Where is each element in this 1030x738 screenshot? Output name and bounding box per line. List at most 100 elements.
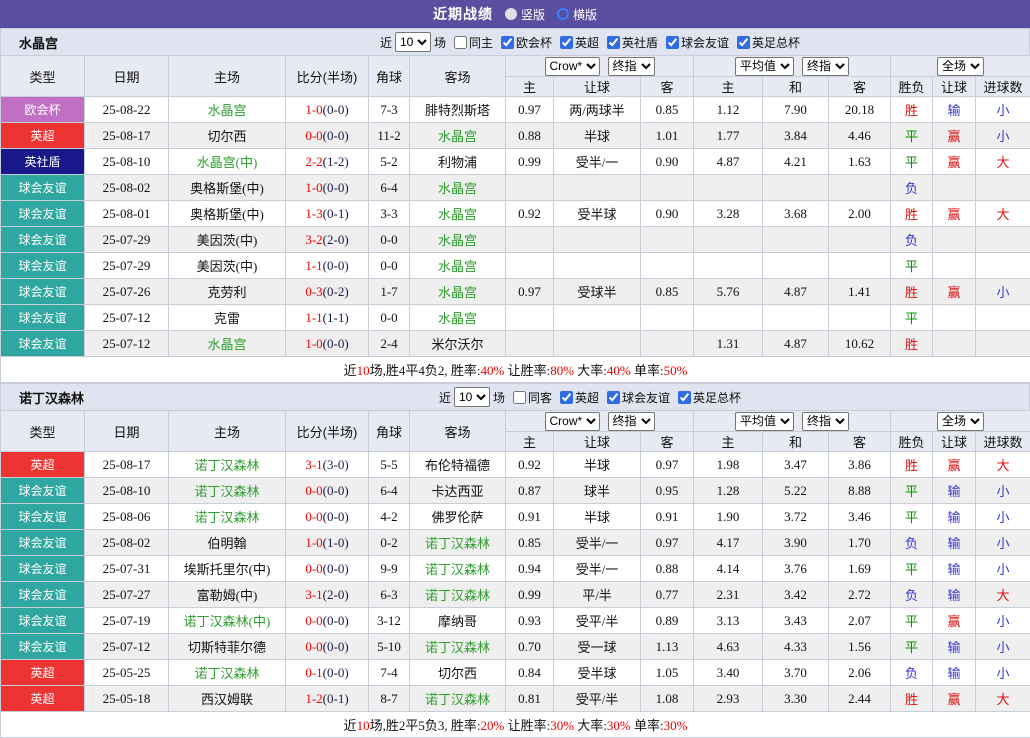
home-team[interactable]: 奥格斯堡(中) (169, 201, 286, 227)
league-filter-label: 英足总杯 (752, 34, 800, 51)
away-team[interactable]: 水晶宫 (410, 253, 506, 279)
period-select[interactable]: 全场 (937, 412, 984, 431)
halftime-score: (0-0) (323, 128, 349, 143)
home-team[interactable]: 切尔西 (169, 123, 286, 149)
result-handicap: 输 (933, 634, 976, 660)
column-header: 客场 (410, 411, 506, 452)
home-team[interactable]: 诺丁汉森林 (169, 660, 286, 686)
home-team[interactable]: 诺丁汉森林 (169, 452, 286, 478)
match-type: 球会友谊 (1, 305, 85, 331)
avg-away-odds: 2.44 (829, 686, 891, 712)
away-team[interactable]: 诺丁汉森林 (410, 556, 506, 582)
league-filter-checkbox[interactable] (501, 36, 514, 49)
away-team[interactable]: 诺丁汉森林 (410, 634, 506, 660)
away-team[interactable]: 水晶宫 (410, 279, 506, 305)
period-select[interactable]: 全场 (937, 57, 984, 76)
home-team[interactable]: 诺丁汉森林(中) (169, 608, 286, 634)
odds-time-select[interactable]: 终指 (802, 57, 849, 76)
layout-option-vertical[interactable]: 竖版 (505, 6, 545, 23)
match-type: 球会友谊 (1, 331, 85, 357)
league-filter-checkbox[interactable] (607, 391, 620, 404)
match-table: 类型日期主场比分(半场)角球客场Crow*终指平均值终指全场主让球客主和客胜负让… (0, 55, 1030, 383)
away-team[interactable]: 水晶宫 (410, 175, 506, 201)
recent-count-select[interactable]: 10 (395, 32, 431, 52)
avg-away-odds: 1.69 (829, 556, 891, 582)
avg-away-odds: 2.00 (829, 201, 891, 227)
away-team[interactable]: 利物浦 (410, 149, 506, 175)
away-team[interactable]: 摩纳哥 (410, 608, 506, 634)
away-team[interactable]: 诺丁汉森林 (410, 686, 506, 712)
away-team[interactable]: 布伦特福德 (410, 452, 506, 478)
radio-button-icon[interactable] (505, 8, 517, 20)
home-team[interactable]: 埃斯托里尔(中) (169, 556, 286, 582)
match-row: 球会友谊25-07-12克雷1-1(1-1)0-0水晶宫平 (1, 305, 1030, 331)
fulltime-halftime-score: 0-0(0-0) (286, 556, 369, 582)
home-team[interactable]: 克雷 (169, 305, 286, 331)
away-team[interactable]: 佛罗伦萨 (410, 504, 506, 530)
home-team[interactable]: 美因茨(中) (169, 227, 286, 253)
away-team[interactable]: 米尔沃尔 (410, 331, 506, 357)
away-team[interactable]: 腓特烈斯塔 (410, 97, 506, 123)
home-team[interactable]: 水晶宫 (169, 97, 286, 123)
bookmaker-select[interactable]: Crow* (545, 412, 600, 431)
away-team[interactable]: 水晶宫 (410, 305, 506, 331)
fulltime-score: 1-0 (305, 535, 322, 550)
home-team[interactable]: 伯明翰 (169, 530, 286, 556)
avg-draw-odds: 3.72 (763, 504, 829, 530)
sub-column-header: 客 (641, 77, 694, 97)
league-filter-checkbox[interactable] (678, 391, 691, 404)
fulltime-halftime-score: 1-1(1-1) (286, 305, 369, 331)
away-team[interactable]: 切尔西 (410, 660, 506, 686)
column-header: 角球 (369, 56, 410, 97)
odds-time-select[interactable]: 终指 (802, 412, 849, 431)
summary-row: 近10场,胜4平4负2, 胜率:40% 让胜率:80% 大率:40% 单率:50… (1, 357, 1030, 383)
league-filter-checkbox[interactable] (607, 36, 620, 49)
home-team[interactable]: 水晶宫 (169, 331, 286, 357)
away-team[interactable]: 水晶宫 (410, 227, 506, 253)
crow-away-odds (641, 175, 694, 201)
match-row: 英超25-05-25诺丁汉森林0-1(0-0)7-4切尔西0.84受半球1.05… (1, 660, 1030, 686)
avg-home-odds: 4.17 (694, 530, 763, 556)
home-team[interactable]: 富勒姆(中) (169, 582, 286, 608)
recent-count-select[interactable]: 10 (454, 387, 490, 407)
result-goals: 小 (976, 530, 1030, 556)
away-team[interactable]: 诺丁汉森林 (410, 530, 506, 556)
crow-handicap: 受半/一 (554, 149, 641, 175)
crow-home-odds (506, 175, 554, 201)
radio-button-icon[interactable] (557, 8, 569, 20)
layout-option-horizontal[interactable]: 横版 (557, 6, 597, 23)
home-team[interactable]: 诺丁汉森林 (169, 478, 286, 504)
away-team[interactable]: 卡达西亚 (410, 478, 506, 504)
summary-segment: 场,胜4平4负2, 胜率: (370, 363, 481, 378)
fulltime-score: 1-0 (305, 180, 322, 195)
average-select[interactable]: 平均值 (735, 412, 794, 431)
home-team[interactable]: 诺丁汉森林 (169, 504, 286, 530)
average-select[interactable]: 平均值 (735, 57, 794, 76)
league-filter-label: 欧会杯 (516, 34, 552, 51)
away-team[interactable]: 诺丁汉森林 (410, 582, 506, 608)
odds-time-select[interactable]: 终指 (608, 57, 655, 76)
home-team[interactable]: 奥格斯堡(中) (169, 175, 286, 201)
same-venue-checkbox[interactable] (454, 36, 467, 49)
league-filter-checkbox[interactable] (737, 36, 750, 49)
home-team[interactable]: 西汉姆联 (169, 686, 286, 712)
league-filter-label: 英超 (575, 34, 599, 51)
crow-away-odds: 0.77 (641, 582, 694, 608)
home-team[interactable]: 水晶宫(中) (169, 149, 286, 175)
league-filter-checkbox[interactable] (560, 36, 573, 49)
home-team[interactable]: 切斯特菲尔德 (169, 634, 286, 660)
league-filter-checkbox[interactable] (666, 36, 679, 49)
bookmaker-select[interactable]: Crow* (545, 57, 600, 76)
odds-time-select[interactable]: 终指 (608, 412, 655, 431)
match-date: 25-07-31 (85, 556, 169, 582)
home-team[interactable]: 美因茨(中) (169, 253, 286, 279)
away-team[interactable]: 水晶宫 (410, 123, 506, 149)
league-filter-checkbox[interactable] (560, 391, 573, 404)
same-venue-checkbox[interactable] (513, 391, 526, 404)
away-team[interactable]: 水晶宫 (410, 201, 506, 227)
match-type: 英超 (1, 686, 85, 712)
fulltime-halftime-score: 1-0(0-0) (286, 97, 369, 123)
avg-draw-odds (763, 175, 829, 201)
home-team[interactable]: 克劳利 (169, 279, 286, 305)
fulltime-halftime-score: 2-2(1-2) (286, 149, 369, 175)
